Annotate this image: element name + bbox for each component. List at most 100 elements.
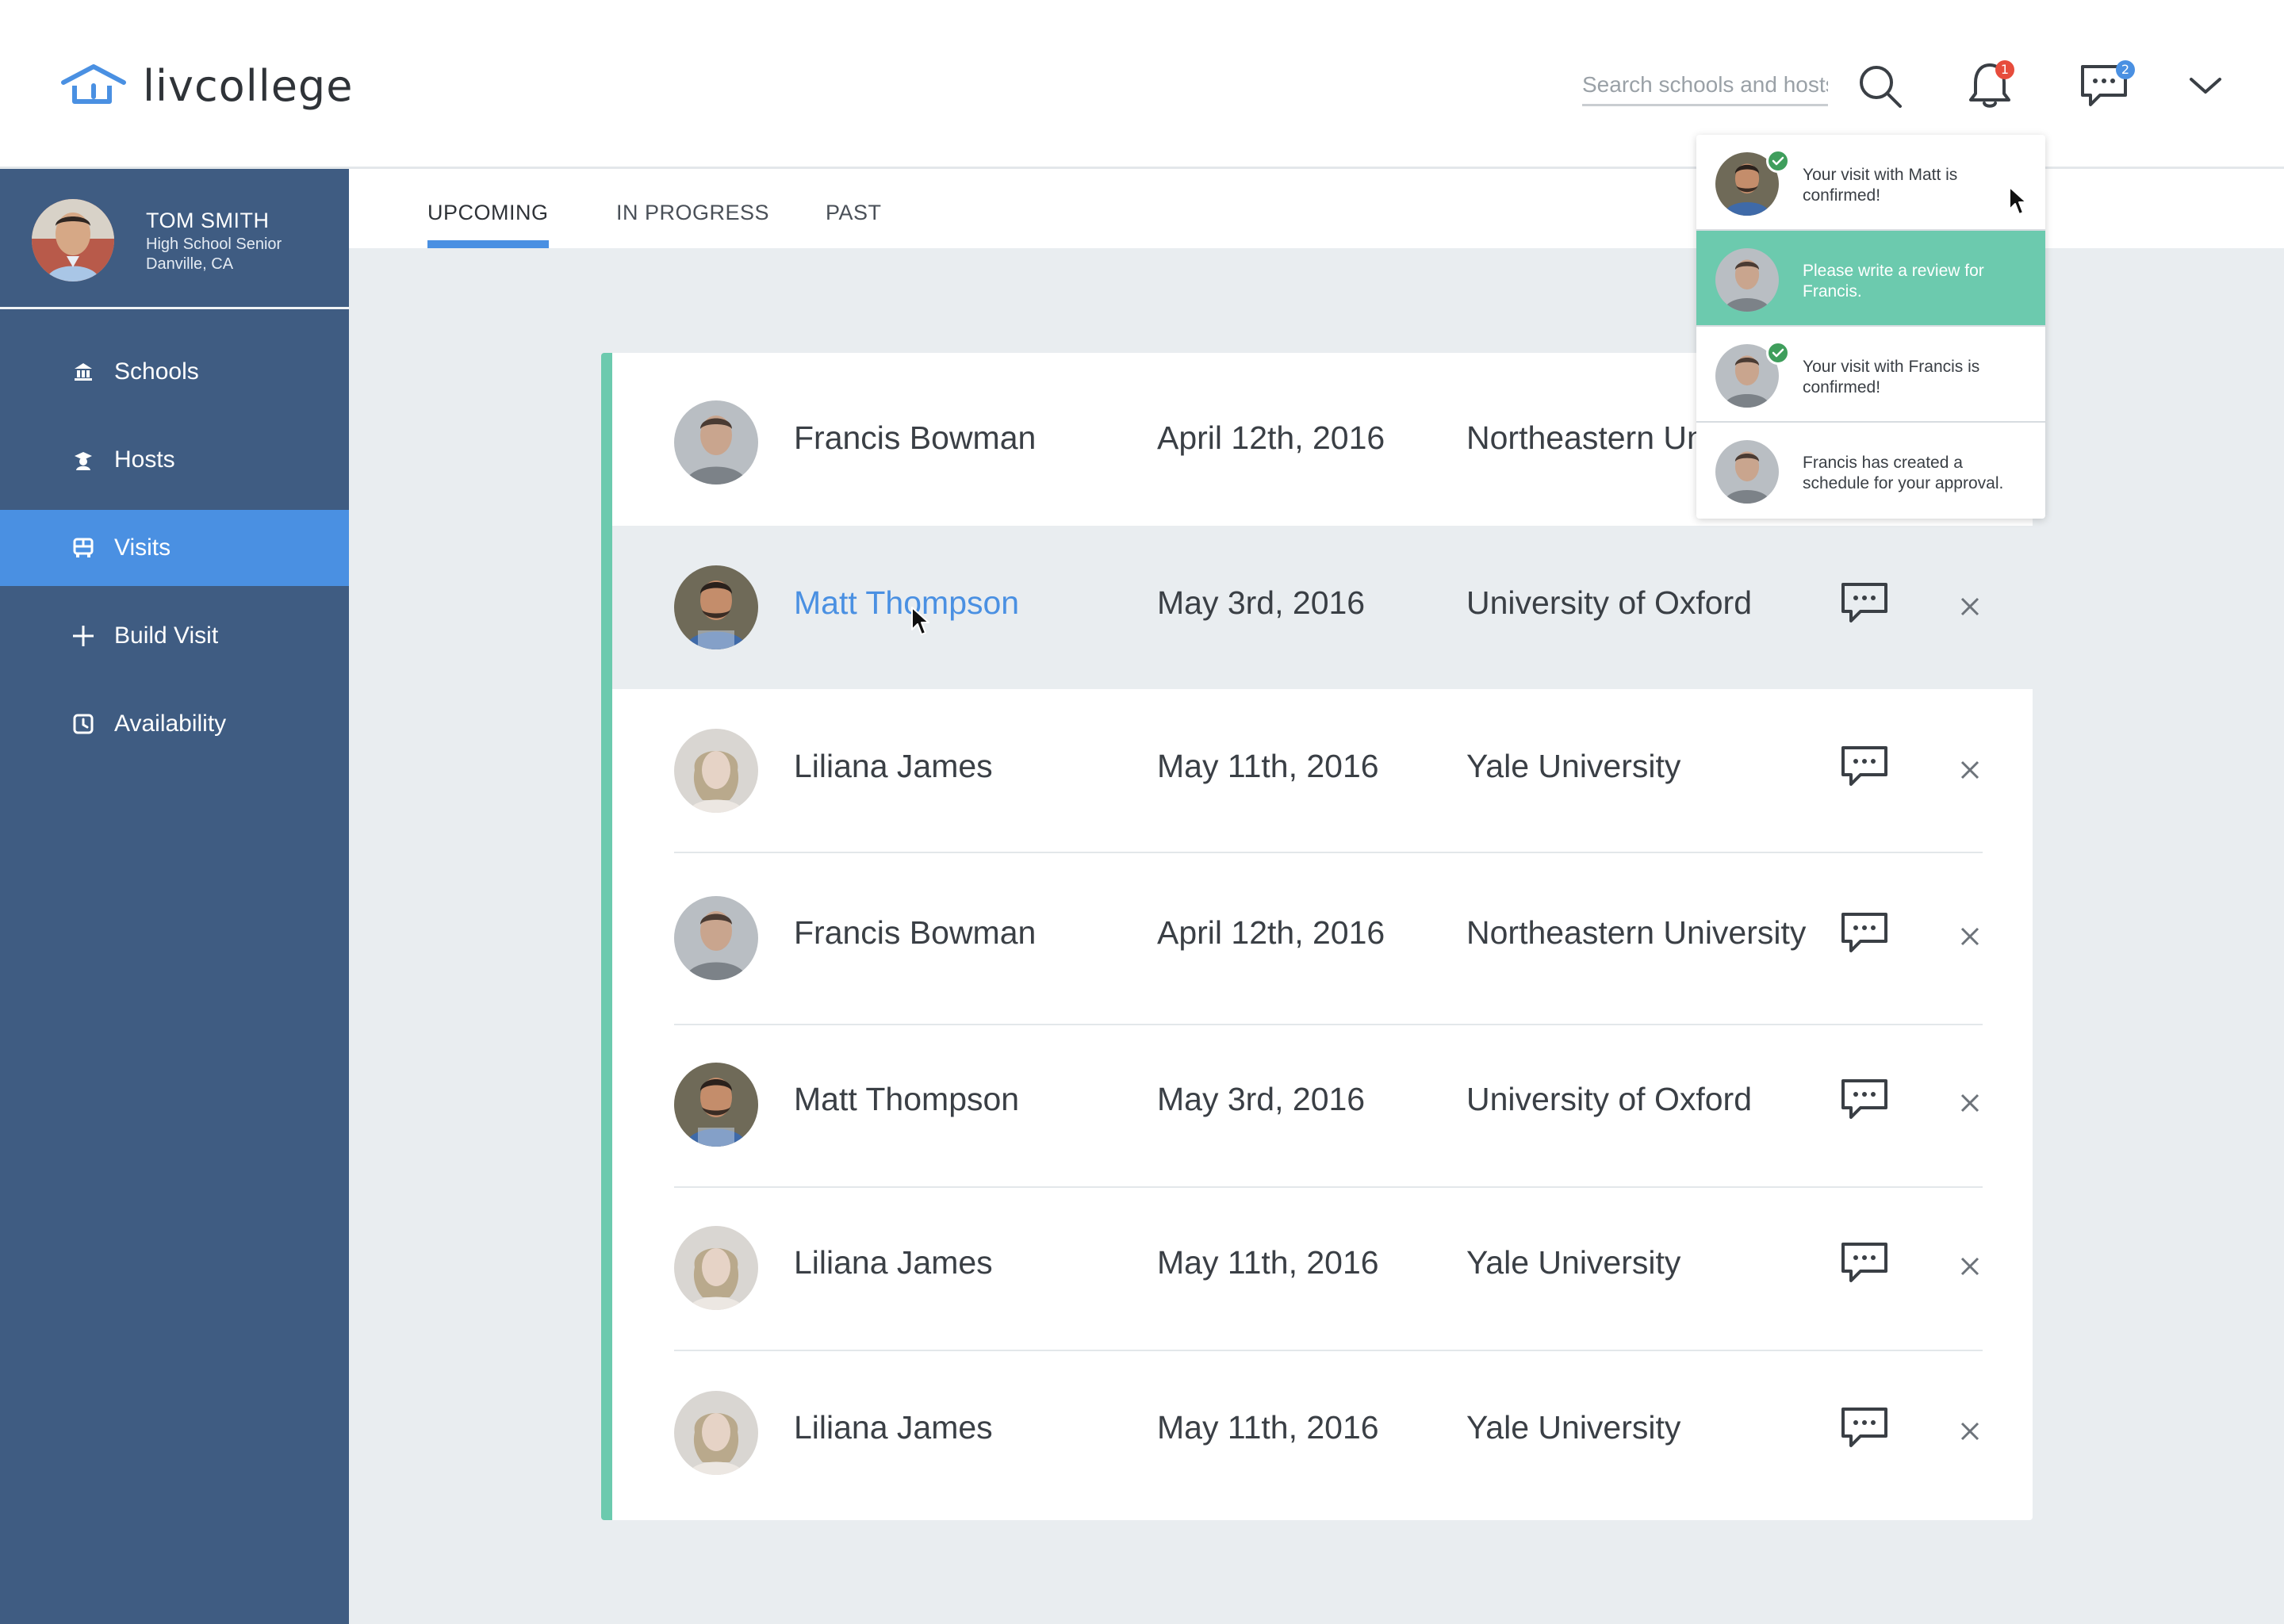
- mouse-cursor-icon: [2009, 186, 2027, 215]
- check-icon: [1766, 341, 1790, 365]
- chat-icon[interactable]: [1840, 1078, 1889, 1122]
- close-icon[interactable]: [1959, 1092, 1981, 1114]
- graduation-cap-icon: [61, 64, 126, 104]
- table-row[interactable]: Liliana James May 11th, 2016 Yale Univer…: [612, 689, 2033, 854]
- avatar: [1715, 440, 1779, 504]
- sidebar-item-label: Availability: [114, 710, 227, 737]
- table-row[interactable]: Matt Thompson May 3rd, 2016 University o…: [612, 526, 2033, 689]
- logo-text: livcollege: [143, 60, 354, 111]
- notification-text: Please write a review for Francis.: [1803, 262, 1984, 301]
- chat-icon[interactable]: [1840, 1406, 1889, 1450]
- notification-item[interactable]: Your visit with Matt is confirmed!: [1696, 135, 2045, 231]
- notifications-badge: 1: [1995, 60, 2014, 79]
- host-name[interactable]: Matt Thompson: [794, 584, 1019, 622]
- account-menu-button[interactable]: [2186, 71, 2225, 100]
- bank-icon: [70, 358, 97, 385]
- profile-name: TOM SMITH: [146, 209, 270, 232]
- divider: [674, 852, 1983, 853]
- close-icon[interactable]: [1959, 1420, 1981, 1442]
- search-button[interactable]: [1856, 62, 1905, 111]
- chevron-down-icon: [2190, 78, 2221, 94]
- close-icon[interactable]: [1959, 925, 1981, 948]
- host-name[interactable]: Francis Bowman: [794, 914, 1036, 952]
- notification-item[interactable]: Francis has created a schedule for your …: [1696, 423, 2045, 519]
- divider: [674, 1350, 1983, 1351]
- search-box: [1582, 68, 1828, 106]
- school-name: University of Oxford: [1466, 584, 1752, 621]
- notification-text: Your visit with Matt is confirmed!: [1803, 166, 1958, 205]
- logo[interactable]: livcollege: [59, 60, 354, 111]
- chat-icon[interactable]: [1840, 745, 1889, 789]
- tab-upcoming[interactable]: UPCOMING: [427, 201, 549, 225]
- search-input[interactable]: [1582, 68, 1828, 102]
- profile-location: Danville, CA: [146, 255, 234, 273]
- sidebar-item-availability[interactable]: Availability: [0, 686, 349, 762]
- host-name[interactable]: Francis Bowman: [794, 419, 1036, 457]
- host-name[interactable]: Liliana James: [794, 1244, 993, 1281]
- notification-text: Your visit with Francis is confirmed!: [1803, 358, 1980, 396]
- avatar: [674, 896, 758, 980]
- search-icon: [1860, 66, 1902, 108]
- table-row[interactable]: Francis Bowman April 12th, 2016 Northeas…: [612, 854, 2033, 1025]
- visit-date: May 11th, 2016: [1157, 748, 1379, 784]
- divider: [674, 1186, 1983, 1188]
- tab-in-progress[interactable]: IN PROGRESS: [616, 201, 769, 225]
- check-icon: [1766, 149, 1790, 173]
- visit-date: April 12th, 2016: [1157, 914, 1385, 951]
- school-name: University of Oxford: [1466, 1081, 1752, 1117]
- school-name: Yale University: [1466, 748, 1681, 784]
- school-name: Yale University: [1466, 1244, 1681, 1281]
- host-name[interactable]: Liliana James: [794, 748, 993, 785]
- sidebar-item-build-visit[interactable]: Build Visit: [0, 598, 349, 674]
- notifications-dropdown: Your visit with Matt is confirmed! Pleas…: [1696, 135, 2045, 519]
- visit-date: May 11th, 2016: [1157, 1409, 1379, 1446]
- chat-icon[interactable]: [1840, 1241, 1889, 1285]
- chat-icon[interactable]: [1840, 911, 1889, 956]
- visits-list: Francis Bowman April 12th, 2016 Northeas…: [601, 353, 2033, 1520]
- active-tab-indicator: [427, 240, 549, 248]
- visit-date: May 3rd, 2016: [1157, 1081, 1366, 1117]
- chat-icon[interactable]: [1840, 581, 1889, 626]
- table-row[interactable]: Liliana James May 11th, 2016 Yale Univer…: [612, 1189, 2033, 1352]
- close-icon[interactable]: [1959, 1255, 1981, 1277]
- sidebar-item-schools[interactable]: Schools: [0, 334, 349, 410]
- sidebar-item-label: Visits: [114, 534, 171, 561]
- school-name: Northeastern University: [1466, 914, 1807, 951]
- host-name[interactable]: Matt Thompson: [794, 1081, 1019, 1118]
- notification-item[interactable]: Please write a review for Francis.: [1696, 231, 2045, 327]
- table-row[interactable]: Liliana James May 11th, 2016 Yale Univer…: [612, 1352, 2033, 1520]
- avatar: [32, 199, 114, 282]
- host-name[interactable]: Liliana James: [794, 1409, 993, 1446]
- close-icon[interactable]: [1959, 596, 1981, 618]
- avatar: [1715, 248, 1779, 312]
- avatar: [674, 400, 758, 485]
- sidebar-item-label: Schools: [114, 358, 199, 385]
- visit-date: May 11th, 2016: [1157, 1244, 1379, 1281]
- sidebar-item-visits[interactable]: Visits: [0, 510, 349, 586]
- profile-role: High School Senior: [146, 236, 282, 253]
- close-icon[interactable]: [1959, 759, 1981, 781]
- messages-badge: 2: [2116, 60, 2135, 79]
- graduate-icon: [70, 446, 97, 473]
- notification-text: Francis has created a schedule for your …: [1803, 454, 2004, 492]
- avatar: [674, 1063, 758, 1147]
- visit-date: April 12th, 2016: [1157, 419, 1385, 456]
- user-profile[interactable]: TOM SMITH High School Senior Danville, C…: [0, 169, 349, 309]
- table-row[interactable]: Matt Thompson May 3rd, 2016 University o…: [612, 1025, 2033, 1189]
- notifications-button[interactable]: 1: [1962, 59, 2018, 111]
- avatar: [674, 1226, 758, 1310]
- clock-icon: [70, 710, 97, 737]
- tab-past[interactable]: PAST: [826, 201, 882, 225]
- avatar: [674, 1391, 758, 1475]
- messages-button[interactable]: 2: [2075, 59, 2135, 111]
- sidebar-item-hosts[interactable]: Hosts: [0, 422, 349, 498]
- sidebar-item-label: Build Visit: [114, 622, 219, 649]
- sidebar: TOM SMITH High School Senior Danville, C…: [0, 169, 349, 1624]
- bus-icon: [70, 534, 97, 561]
- school-name: Yale University: [1466, 1409, 1681, 1446]
- avatar: [674, 565, 758, 649]
- sidebar-item-label: Hosts: [114, 446, 175, 473]
- plus-icon: [70, 622, 97, 649]
- visit-date: May 3rd, 2016: [1157, 584, 1366, 621]
- notification-item[interactable]: Your visit with Francis is confirmed!: [1696, 327, 2045, 423]
